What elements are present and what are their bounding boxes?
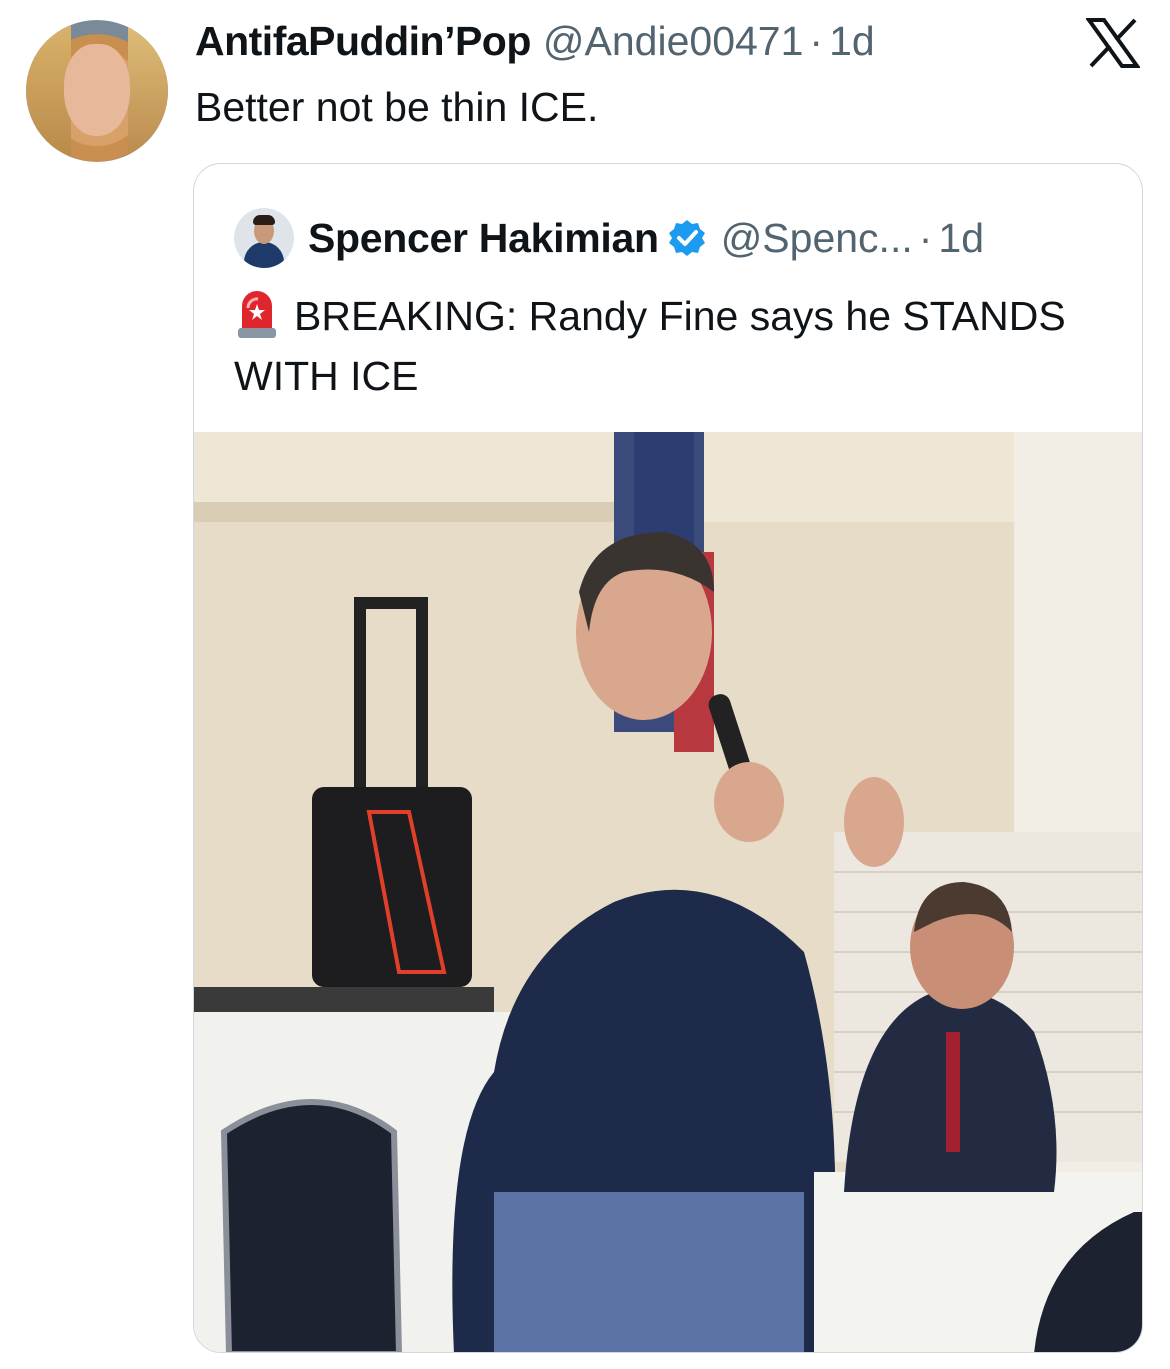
quoted-tweet-photo[interactable] — [194, 432, 1143, 1353]
photo-case-handle-right — [416, 597, 428, 797]
verified-badge-icon — [668, 220, 705, 256]
quoted-tweet-header: Spencer Hakimian @Spenc... · 1d — [234, 208, 984, 268]
quoted-tweet-text: BREAKING: Randy Fine says he STANDS WITH… — [234, 293, 1066, 399]
separator-dot: · — [809, 18, 824, 64]
x-logo-icon[interactable] — [1086, 18, 1140, 68]
tweet-timestamp[interactable]: 1d — [829, 18, 875, 65]
quoted-timestamp[interactable]: 1d — [938, 215, 984, 262]
tweet-header: AntifaPuddin’Pop @Andie00471 · 1d — [195, 18, 875, 68]
author-avatar[interactable] — [26, 20, 168, 162]
photo-person-raised-hand — [844, 777, 904, 867]
quoted-author-name[interactable]: Spencer Hakimian — [308, 215, 659, 262]
photo-chair-left — [220, 1099, 402, 1352]
avatar-hair — [253, 215, 275, 225]
quoted-tweet-text-block: BREAKING: Randy Fine says he STANDS WITH… — [234, 286, 1114, 406]
avatar-face — [64, 44, 130, 136]
police-siren-icon — [238, 291, 276, 338]
quoted-author-avatar[interactable] — [234, 208, 294, 268]
photo-person-hand — [714, 762, 784, 842]
photo-seated-man-tie — [946, 1032, 960, 1152]
photo-speaker — [312, 787, 472, 987]
quoted-tweet-card[interactable]: Spencer Hakimian @Spenc... · 1d BREAKING… — [193, 163, 1143, 1353]
separator-dot: · — [918, 214, 933, 261]
avatar-hair-right — [128, 20, 168, 162]
author-handle[interactable]: @Andie00471 — [543, 18, 804, 65]
photo-person-jeans — [494, 1192, 804, 1352]
author-name[interactable]: AntifaPuddin’Pop — [195, 18, 531, 65]
tweet-text: Better not be thin ICE. — [195, 84, 599, 130]
avatar-suit — [244, 242, 284, 268]
tweet[interactable]: AntifaPuddin’Pop @Andie00471 · 1d Better… — [0, 0, 1170, 1369]
photo-case-handle-top — [354, 597, 428, 609]
photo-ledge — [194, 502, 614, 522]
quoted-author-handle[interactable]: @Spenc... — [721, 215, 913, 262]
photo-case-handle-left — [354, 597, 366, 797]
